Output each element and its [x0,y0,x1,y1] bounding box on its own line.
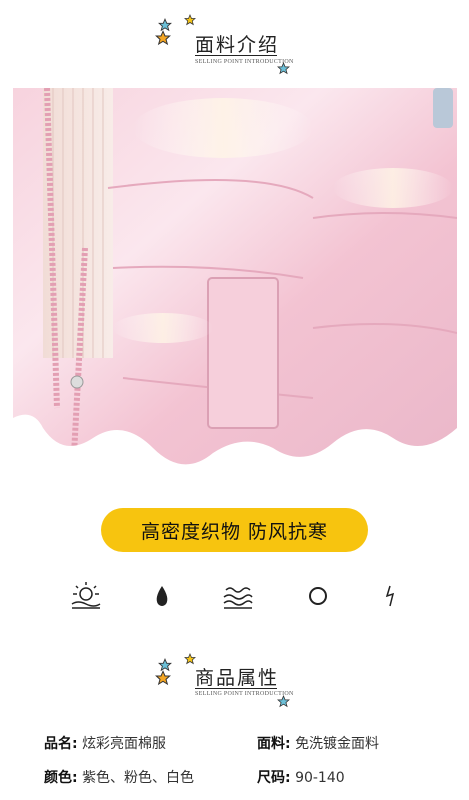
product-fabric-photo [13,88,457,473]
water-drop-icon [156,586,168,606]
star-icon [155,30,171,46]
section-title: 面料介绍 [195,34,280,56]
attribute-fabric: 面料: 免洗镀金面料 [257,736,380,752]
wave-icon [223,587,253,609]
feature-banner: 高密度织物 防风抗寒 [101,508,368,552]
sun-icon [71,582,101,609]
star-icon [155,670,171,686]
title-underline [195,55,277,56]
attribute-size: 尺码: 90-140 [257,770,345,786]
section-header-attributes: 商品属性 SELLING POINT INTRODUCTION [0,643,469,713]
section-title: 商品属性 [195,667,280,689]
star-icon [277,62,290,75]
circle-icon [309,587,327,605]
attribute-color: 颜色: 紫色、粉色、白色 [44,770,195,786]
attribute-name: 品名: 炫彩亮面棉服 [44,736,167,752]
feature-icons-row [0,580,469,612]
section-header-fabric: 面料介绍 SELLING POINT INTRODUCTION [0,0,469,75]
title-underline [195,688,277,689]
star-icon [277,695,290,708]
banner-text: 高密度织物 防风抗寒 [140,520,329,543]
star-icon [184,14,196,26]
lightning-icon [385,585,395,607]
